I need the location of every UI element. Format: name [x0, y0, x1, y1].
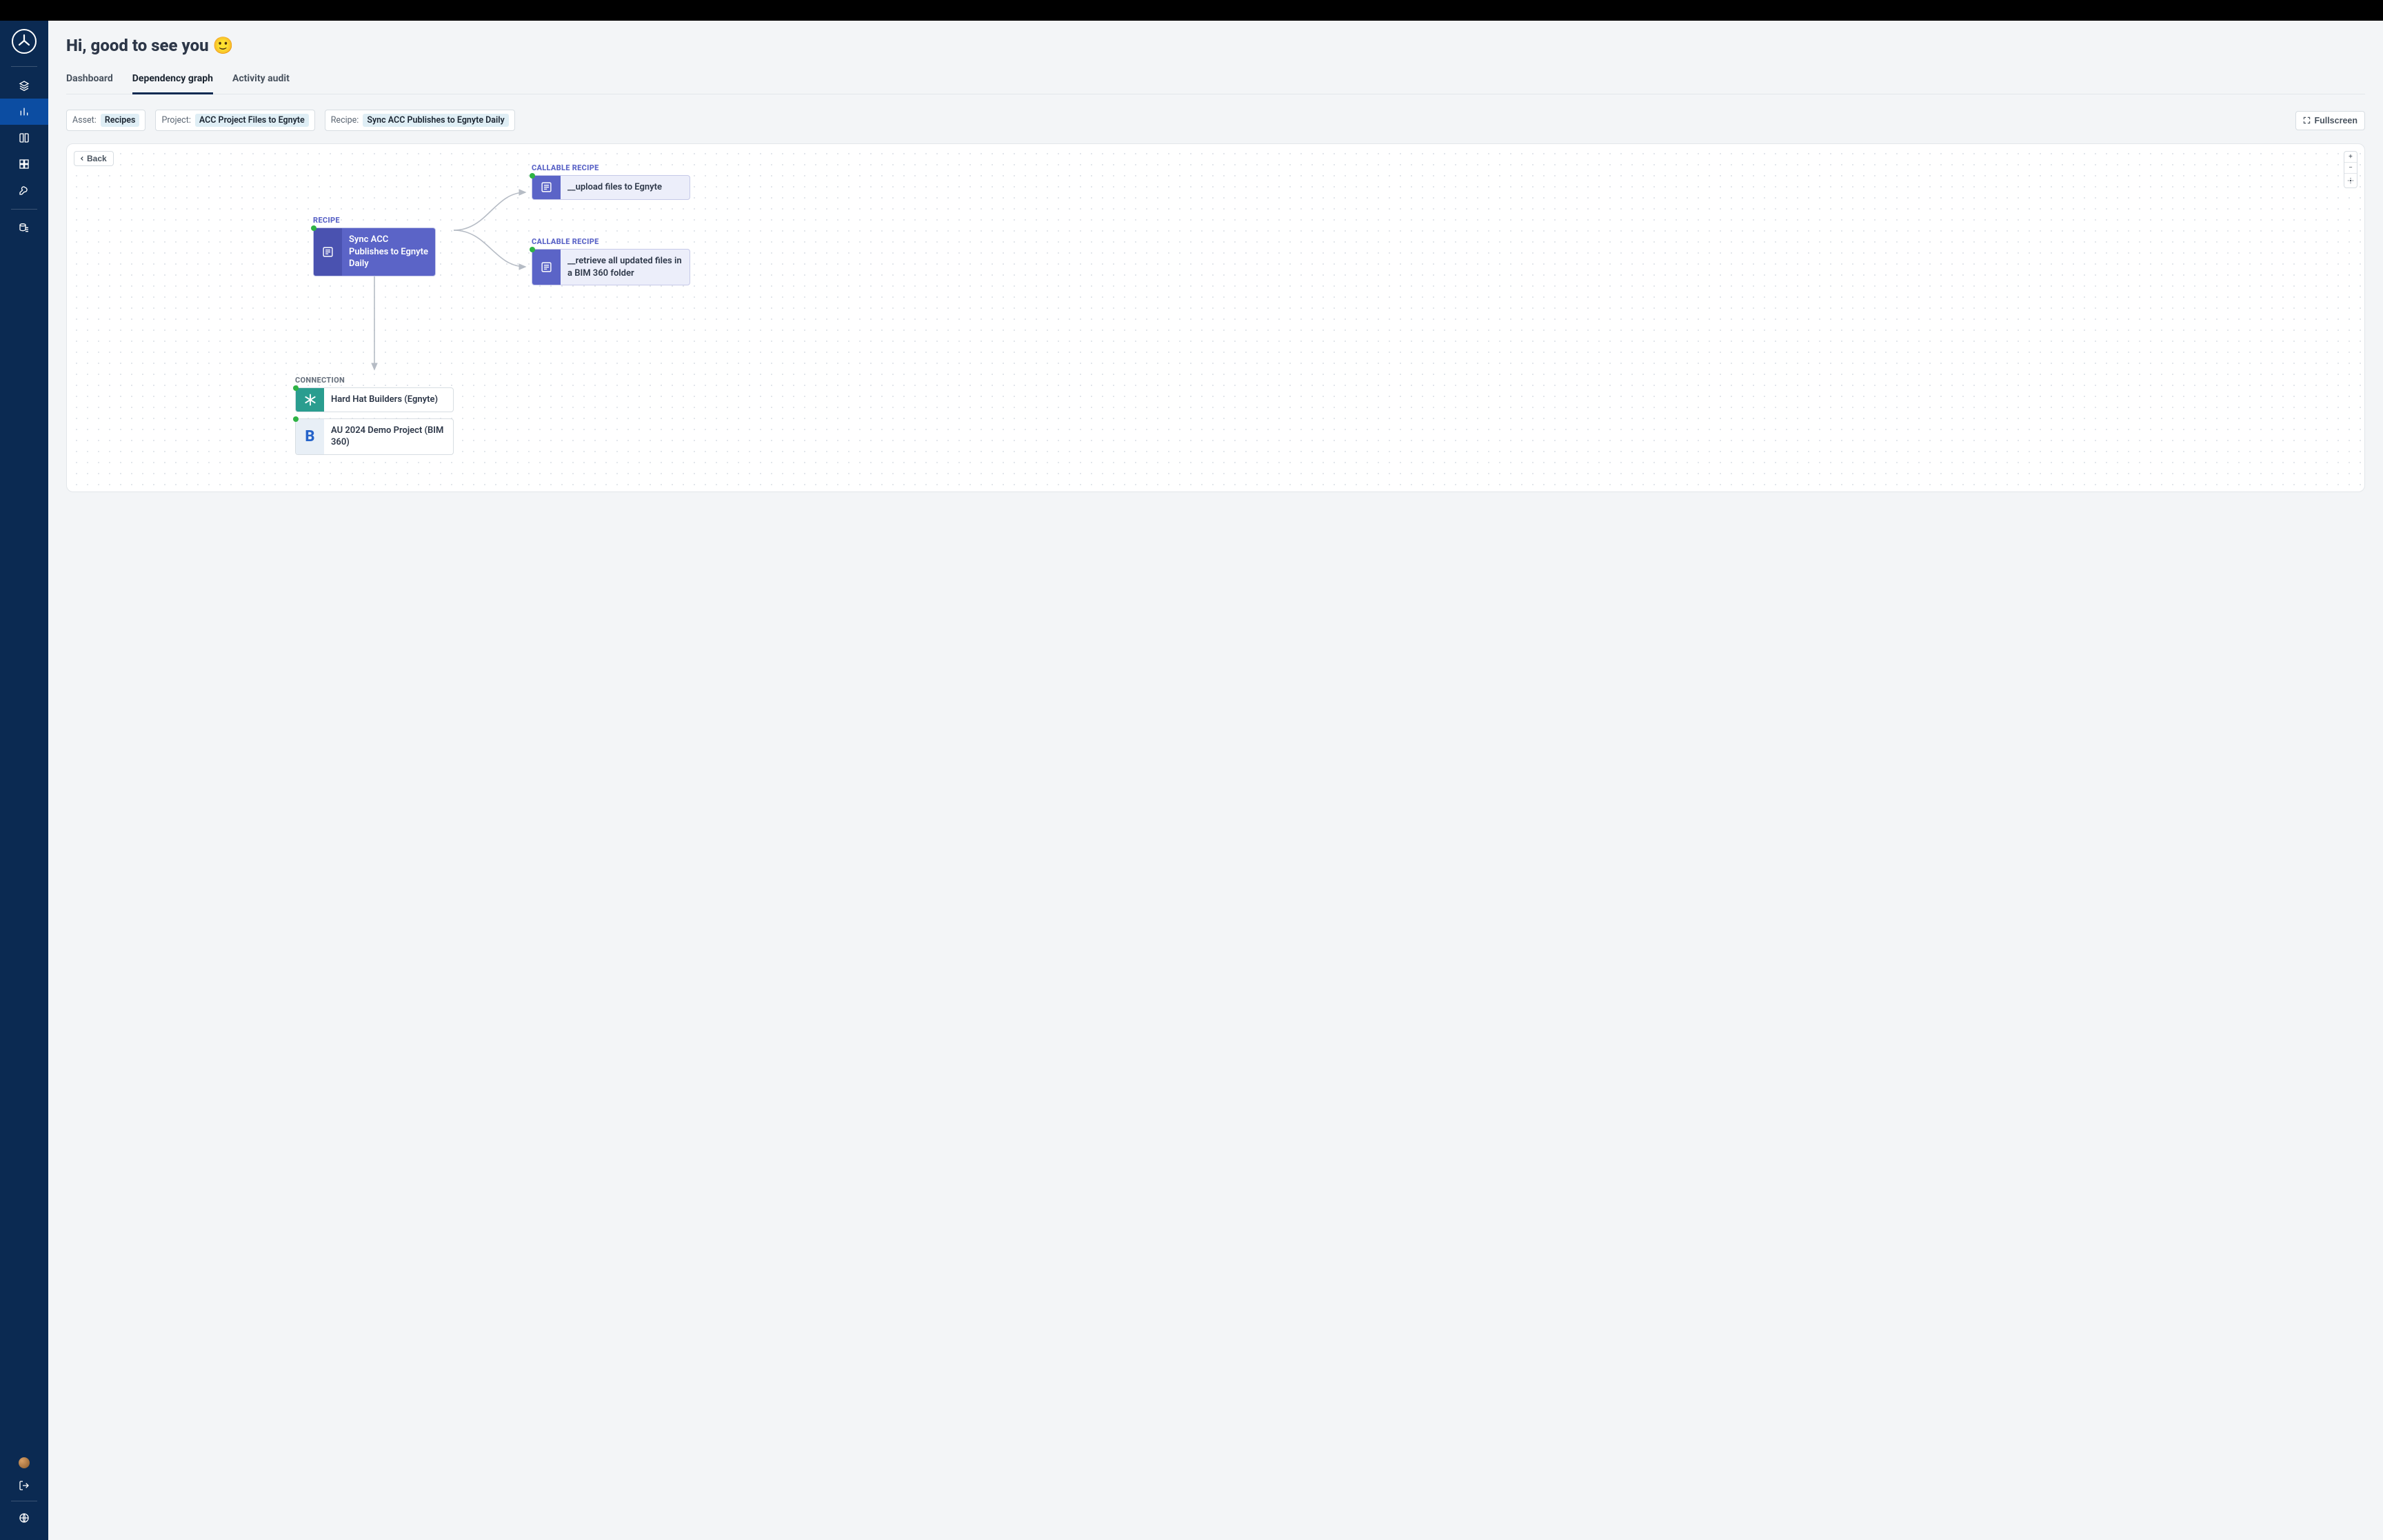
nav-data[interactable]: [0, 215, 48, 241]
connection-title: Hard Hat Builders (Egnyte): [324, 388, 445, 412]
connection-bim360[interactable]: B AU 2024 Demo Project (BIM 360): [295, 418, 454, 455]
database-icon: [19, 223, 30, 234]
status-dot-active: [293, 385, 299, 391]
nav-help[interactable]: [0, 1507, 48, 1529]
wrench-icon: [19, 185, 30, 196]
node-type-label: RECIPE: [313, 216, 436, 225]
connection-label: CONNECTION: [295, 376, 454, 385]
node-type-label: CALLABLE RECIPE: [532, 163, 690, 172]
nav-layers[interactable]: [0, 72, 48, 99]
sidebar-nav: [0, 72, 48, 241]
recipe-icon: [532, 176, 561, 199]
graph-layer: RECIPE Sync ACC Publishes to Egnyte Dail…: [67, 144, 2364, 492]
status-dot-active: [530, 173, 535, 179]
book-icon: [19, 132, 30, 143]
filter-asset-value: Recipes: [101, 114, 140, 127]
recipe-icon: [532, 250, 561, 285]
sidebar-bottom: [0, 1450, 48, 1540]
node-card: __upload files to Egnyte: [532, 175, 690, 200]
node-callable-retrieve[interactable]: CALLABLE RECIPE __retrieve all updated f…: [532, 237, 690, 285]
connection-egnyte[interactable]: Hard Hat Builders (Egnyte): [295, 387, 454, 412]
recipe-icon: [314, 228, 342, 276]
app-logo[interactable]: [12, 29, 37, 54]
fullscreen-button[interactable]: Fullscreen: [2295, 111, 2365, 130]
nav-apps[interactable]: [0, 151, 48, 177]
fit-icon: [2347, 177, 2354, 184]
chevron-left-icon: [79, 155, 86, 162]
nav-tools[interactable]: [0, 177, 48, 203]
sidebar-divider: [11, 209, 37, 210]
back-label: Back: [87, 154, 107, 163]
node-title: __upload files to Egnyte: [561, 176, 669, 199]
layers-icon: [19, 80, 30, 91]
fullscreen-label: Fullscreen: [2314, 116, 2357, 125]
sidebar-divider: [11, 66, 37, 67]
fullscreen-icon: [2303, 116, 2311, 124]
filter-asset[interactable]: Asset: Recipes: [66, 110, 145, 131]
zoom-in-button[interactable]: +: [2344, 152, 2357, 163]
filter-project-label: Project:: [161, 115, 190, 125]
main-content: Hi, good to see you 🙂 Dashboard Dependen…: [48, 21, 2383, 1540]
filter-asset-label: Asset:: [72, 115, 97, 125]
status-dot-active: [311, 225, 316, 231]
egnyte-icon: [296, 388, 324, 412]
back-button[interactable]: Back: [74, 151, 114, 166]
zoom-out-button[interactable]: −: [2344, 163, 2357, 174]
connection-title: AU 2024 Demo Project (BIM 360): [324, 419, 453, 454]
nav-analytics[interactable]: [0, 99, 48, 125]
filter-row: Asset: Recipes Project: ACC Project File…: [66, 110, 2365, 131]
node-card: __retrieve all updated files in a BIM 36…: [532, 249, 690, 285]
filter-project-value: ACC Project Files to Egnyte: [195, 114, 309, 127]
status-dot-active: [293, 416, 299, 422]
status-dot-active: [530, 247, 535, 252]
app-window: Hi, good to see you 🙂 Dashboard Dependen…: [0, 21, 2383, 1540]
nav-docs[interactable]: [0, 125, 48, 151]
node-title: Sync ACC Publishes to Egnyte Daily: [342, 228, 435, 276]
filter-recipe-label: Recipe:: [331, 115, 359, 125]
user-avatar[interactable]: [19, 1457, 30, 1468]
tabs: Dashboard Dependency graph Activity audi…: [66, 69, 2365, 94]
tab-activity-audit[interactable]: Activity audit: [232, 69, 290, 94]
zoom-fit-button[interactable]: [2344, 174, 2357, 188]
globe-icon: [19, 1512, 30, 1523]
bar-chart-icon: [19, 106, 30, 117]
node-callable-upload[interactable]: CALLABLE RECIPE __upload files to Egnyte: [532, 163, 690, 200]
node-type-label: CALLABLE RECIPE: [532, 237, 690, 246]
node-card: Sync ACC Publishes to Egnyte Daily: [313, 227, 436, 276]
bim360-icon: B: [296, 419, 324, 454]
logout-icon: [19, 1480, 30, 1491]
zoom-controls: + −: [2344, 151, 2357, 188]
graph-canvas[interactable]: Back + − R: [66, 143, 2365, 492]
sidebar: [0, 21, 48, 1540]
filter-recipe-value: Sync ACC Publishes to Egnyte Daily: [363, 114, 508, 127]
node-title: __retrieve all updated files in a BIM 36…: [561, 250, 690, 285]
filter-project[interactable]: Project: ACC Project Files to Egnyte: [155, 110, 314, 131]
page-title: Hi, good to see you 🙂: [66, 36, 2365, 55]
nav-logout[interactable]: [0, 1476, 48, 1495]
node-main-recipe[interactable]: RECIPE Sync ACC Publishes to Egnyte Dail…: [295, 201, 454, 290]
logo-icon: [16, 33, 32, 50]
tab-dashboard[interactable]: Dashboard: [66, 69, 113, 94]
filter-recipe[interactable]: Recipe: Sync ACC Publishes to Egnyte Dai…: [325, 110, 515, 131]
tab-dependency-graph[interactable]: Dependency graph: [132, 69, 213, 94]
node-connections: CONNECTION Hard Hat Builders (Egnyte) B …: [295, 376, 454, 461]
grid-icon: [19, 159, 30, 170]
